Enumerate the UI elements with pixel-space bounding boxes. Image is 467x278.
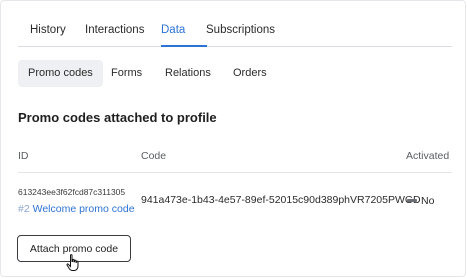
column-header-code: Code (141, 150, 167, 162)
column-header-id: ID (18, 150, 29, 162)
promo-name-link[interactable]: Welcome promo code (33, 203, 135, 215)
tab-history[interactable]: History (30, 24, 66, 36)
subtab-relations[interactable]: Relations (165, 60, 211, 87)
table-header-divider (18, 172, 452, 173)
hand-pointer-icon (66, 254, 79, 271)
promo-name: #2 Welcome promo code (18, 203, 135, 215)
promo-number: #2 (18, 203, 30, 215)
active-tab-indicator (161, 45, 207, 47)
subtab-forms[interactable]: Forms (111, 60, 142, 87)
tab-data[interactable]: Data (161, 24, 185, 36)
subtab-orders[interactable]: Orders (233, 60, 267, 87)
dash-icon (407, 198, 417, 202)
activated-value: No (421, 195, 435, 207)
main-tabs: History Interactions Data Subscriptions (18, 0, 452, 47)
activated-status: No (407, 195, 434, 207)
tab-subscriptions[interactable]: Subscriptions (206, 24, 275, 36)
subtab-promo-codes[interactable]: Promo codes (18, 60, 103, 87)
promo-id: 613243ee3f62fcd87c311305 (18, 187, 126, 197)
tab-interactions[interactable]: Interactions (85, 24, 144, 36)
promo-code-value: 941a473e-1b43-4e57-89ef-52015c90d389phVR… (141, 194, 421, 206)
column-header-activated: Activated (406, 150, 450, 162)
section-title: Promo codes attached to profile (18, 110, 217, 125)
